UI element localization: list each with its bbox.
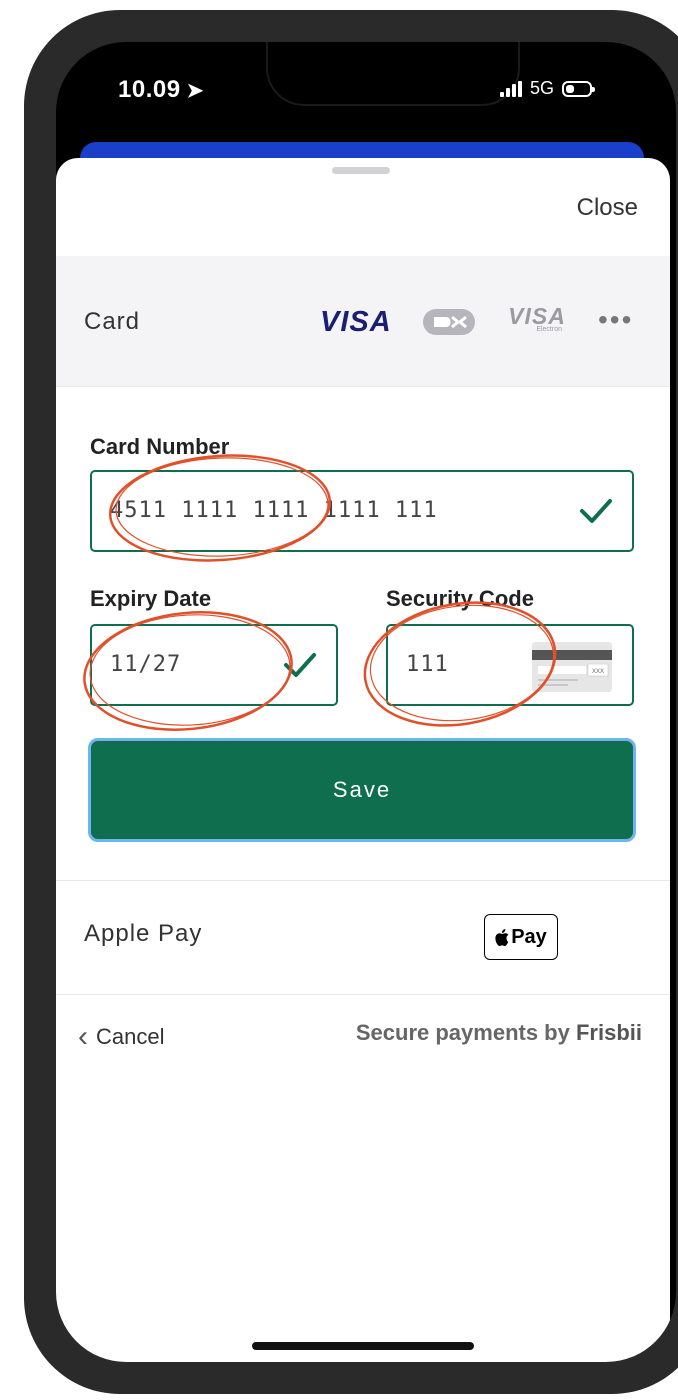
svg-text:XXX: XXX: [592, 669, 604, 675]
signal-icon: [500, 80, 522, 97]
card-number-label: Card Number: [90, 434, 230, 459]
security-code-field[interactable]: 111 XXX: [386, 624, 634, 706]
dankort-logo-icon: [423, 309, 475, 335]
status-indicators: 5G: [500, 78, 596, 99]
card-number-field[interactable]: 4511 1111 1111 1111 111: [90, 470, 634, 552]
frisbii-brand: Frisbii: [575, 1020, 642, 1045]
home-indicator[interactable]: [252, 1342, 474, 1350]
sheet-grabber[interactable]: [332, 167, 390, 174]
cvc-card-icon: XXX: [532, 642, 612, 692]
apple-logo-icon: [495, 928, 509, 946]
more-brands-icon: •••: [598, 304, 634, 335]
card-number-value: 4511 1111 1111 1111 111: [110, 498, 438, 523]
card-method-row[interactable]: Card VISA VISA Electron •••: [56, 256, 670, 386]
phone-frame: 10.09 ➤ 5G Close Card VISA VISA Electron…: [24, 10, 678, 1394]
cancel-button[interactable]: ‹ Cancel: [78, 1020, 164, 1054]
checkmark-icon: [580, 499, 612, 523]
payment-sheet: Close Card VISA VISA Electron ••• Card N…: [56, 158, 670, 1362]
network-label: 5G: [530, 78, 555, 98]
secure-payments-text: Secure payments by Frisbii: [356, 1020, 642, 1046]
security-code-value: 111: [406, 652, 449, 677]
cancel-label: Cancel: [96, 1024, 165, 1049]
divider: [56, 386, 670, 387]
phone-screen: 10.09 ➤ 5G Close Card VISA VISA Electron…: [56, 42, 676, 1362]
divider: [56, 994, 670, 995]
location-arrow-icon: ➤: [186, 80, 204, 102]
status-time: 10.09 ➤: [118, 76, 204, 104]
expiry-label: Expiry Date: [90, 586, 212, 611]
chevron-left-icon: ‹: [78, 1020, 88, 1053]
close-button[interactable]: Close: [577, 194, 638, 222]
apple-pay-text: Pay: [511, 925, 547, 948]
apple-pay-label: Apple Pay: [84, 920, 203, 947]
notch: [266, 42, 520, 106]
expiry-value: 11/27: [110, 652, 182, 677]
expiry-field[interactable]: 11/27: [90, 624, 338, 706]
save-button[interactable]: Save: [88, 738, 636, 842]
card-method-label: Card: [84, 308, 141, 335]
battery-icon: [562, 80, 596, 97]
time-text: 10.09: [118, 76, 181, 103]
divider: [56, 880, 670, 881]
checkmark-icon: [284, 653, 316, 677]
security-code-label: Security Code: [386, 586, 534, 611]
secure-label: Secure payments by: [355, 1020, 570, 1045]
visa-logo: VISA: [320, 306, 392, 338]
apple-pay-button[interactable]: Pay: [484, 914, 558, 960]
visa-electron-logo: VISA Electron: [508, 303, 566, 333]
